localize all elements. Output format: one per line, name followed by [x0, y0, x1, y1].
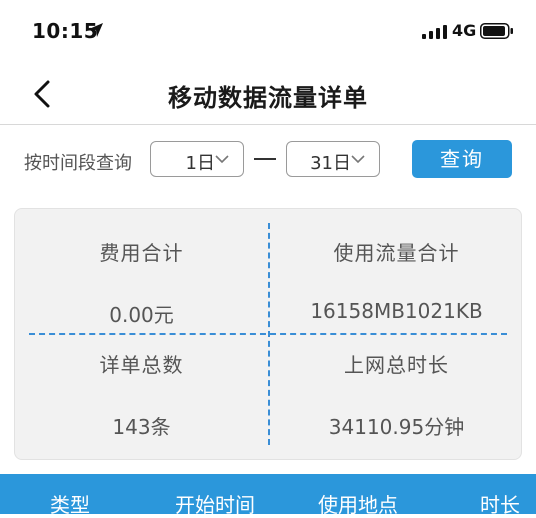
query-button[interactable]: 查询 [412, 140, 512, 178]
column-header-type: 类型 [50, 493, 90, 517]
usage-total-label: 使用流量合计 [333, 241, 460, 265]
signal-icon [422, 25, 447, 39]
location-arrow-icon [89, 23, 103, 37]
end-day-select[interactable]: 31日 [286, 141, 380, 177]
record-count-value: 143条 [112, 415, 171, 439]
fee-total-cell: 费用合计 0.00元 [15, 237, 268, 328]
column-header-start-time: 开始时间 [175, 493, 255, 517]
start-day-select[interactable]: 1日 [150, 141, 244, 177]
online-duration-value: 34110.95分钟 [328, 415, 465, 439]
query-label: 按时间段查询 [24, 153, 132, 174]
column-header-duration: 时长 [480, 493, 520, 517]
usage-total-cell: 使用流量合计 16158MB1021KB [270, 237, 523, 323]
record-count-label: 详单总数 [99, 353, 184, 377]
column-header-location: 使用地点 [318, 493, 398, 517]
chevron-down-icon [351, 155, 365, 164]
fee-total-label: 费用合计 [99, 241, 184, 265]
online-duration-label: 上网总时长 [344, 353, 449, 377]
horizontal-divider [29, 333, 507, 335]
query-row: 按时间段查询 1日 31日 查询 [0, 126, 536, 196]
page-title: 移动数据流量详单 [168, 84, 368, 112]
end-day-value: 31日 [310, 153, 351, 174]
chevron-down-icon [215, 155, 229, 164]
record-count-cell: 详单总数 143条 [15, 349, 268, 440]
usage-total-value: 16158MB1021KB [310, 299, 483, 323]
online-duration-cell: 上网总时长 34110.95分钟 [270, 349, 523, 440]
summary-card: 费用合计 0.00元 使用流量合计 16158MB1021KB 详单总数 143… [14, 208, 522, 460]
nav-bar: 移动数据流量详单 [0, 62, 536, 125]
battery-icon [480, 23, 513, 39]
network-type: 4G [452, 21, 477, 40]
range-separator [254, 158, 276, 160]
fee-total-value: 0.00元 [109, 303, 174, 327]
status-bar: 10:15 4G [0, 0, 536, 62]
start-day-value: 1日 [185, 153, 215, 174]
table-header: 类型 开始时间 使用地点 时长 [0, 474, 536, 517]
